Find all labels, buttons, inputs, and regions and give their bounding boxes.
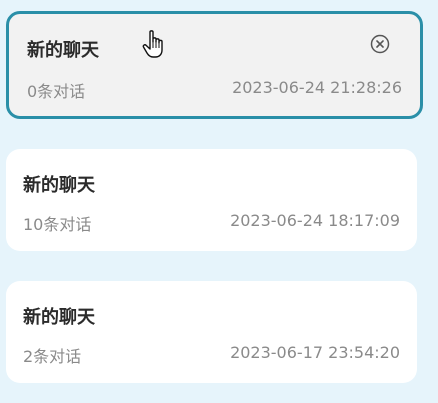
conversation-title: 新的聊天 [23,307,95,328]
conversation-count: 2条对话 [23,347,82,366]
conversation-card-active[interactable]: 新的聊天 0条对话 2023-06-24 21:28:26 [6,11,423,119]
conversation-title: 新的聊天 [23,175,95,196]
conversation-card[interactable]: 新的聊天 2条对话 2023-06-17 23:54:20 [6,281,417,383]
conversation-timestamp: 2023-06-17 23:54:20 [230,343,400,362]
conversation-count: 10条对话 [23,215,92,234]
conversation-card[interactable]: 新的聊天 10条对话 2023-06-24 18:17:09 [6,149,417,251]
conversation-timestamp: 2023-06-24 21:28:26 [232,78,402,97]
conversation-title: 新的聊天 [27,40,99,61]
conversation-count: 0条对话 [27,82,86,101]
hand-pointer-cursor-icon [141,28,171,60]
conversation-timestamp: 2023-06-24 18:17:09 [230,211,400,230]
close-icon[interactable] [369,33,391,55]
